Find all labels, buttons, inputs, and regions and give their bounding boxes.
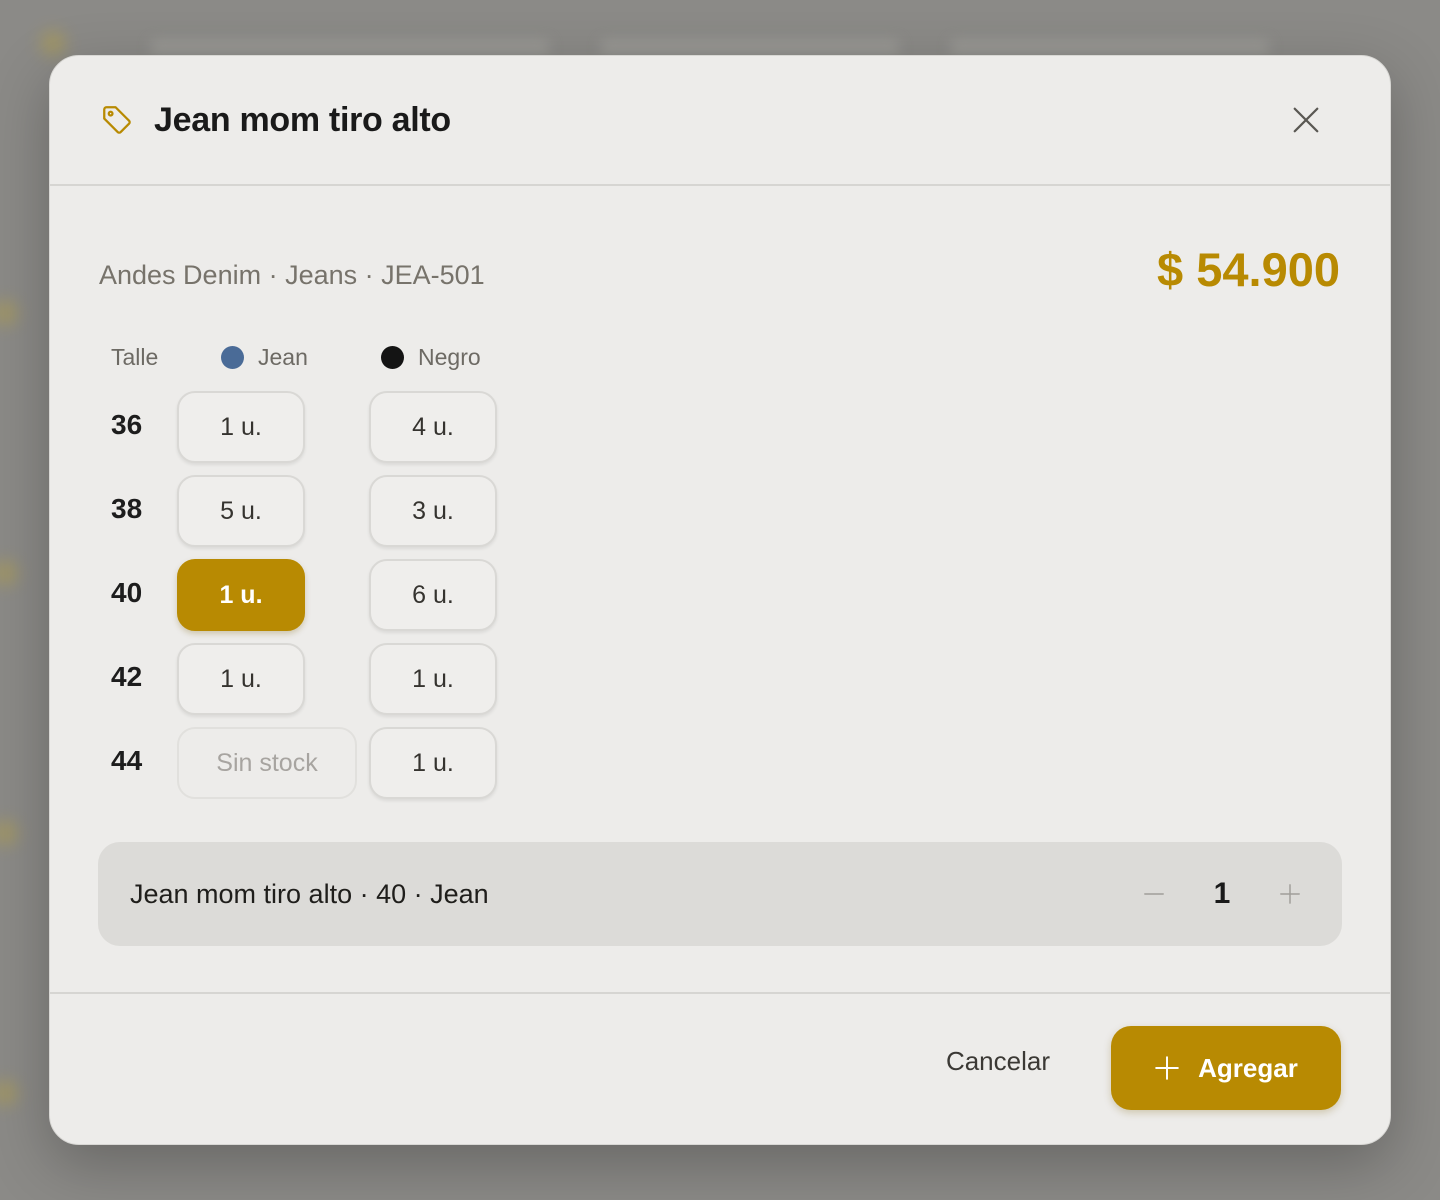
stock-cell-42-negro[interactable]: 1 u. <box>369 643 497 715</box>
dialog-body: Andes Denim · Jeans · JEA-501 $ 54.900 T… <box>50 186 1390 994</box>
product-subtitle: Andes Denim · Jeans · JEA-501 <box>99 260 485 290</box>
size-column-header: Talle <box>111 344 159 370</box>
stock-cell-38-jean[interactable]: 5 u. <box>177 475 305 547</box>
increment-button[interactable] <box>1270 874 1310 914</box>
background-bar <box>600 40 900 54</box>
plus-icon <box>1280 884 1300 904</box>
color-header-negro: Negro <box>381 344 481 371</box>
stock-cell-44-negro[interactable]: 1 u. <box>369 727 497 799</box>
color-swatch <box>381 346 404 369</box>
background-dot <box>0 1080 18 1106</box>
add-button-label: Agregar <box>1198 1052 1298 1083</box>
stock-cell-42-jean[interactable]: 1 u. <box>177 643 305 715</box>
background-dot <box>0 300 18 326</box>
decrement-button[interactable] <box>1134 874 1174 914</box>
stock-cell-36-negro[interactable]: 4 u. <box>369 391 497 463</box>
background-dot <box>0 820 18 846</box>
stock-cell-40-jean-selected[interactable]: 1 u. <box>177 559 305 631</box>
product-price: $ 54.900 <box>1157 243 1340 296</box>
minus-icon <box>1144 893 1164 895</box>
color-swatch <box>221 346 244 369</box>
quantity-value: 1 <box>1213 877 1231 910</box>
stock-cell-44-jean-out-of-stock: Sin stock <box>177 727 357 799</box>
plus-icon <box>1154 1055 1180 1081</box>
size-label: 36 <box>111 409 143 440</box>
background-bar <box>950 40 1270 54</box>
close-icon <box>1293 107 1319 133</box>
close-button[interactable] <box>1288 102 1324 138</box>
dialog-title: Jean mom tiro alto <box>154 100 451 139</box>
selection-summary-text: Jean mom tiro alto · 40 · Jean <box>130 878 489 909</box>
size-label: 40 <box>111 577 143 608</box>
quantity-stepper: 1 <box>1134 874 1310 914</box>
cancel-button[interactable]: Cancelar <box>946 1046 1050 1077</box>
background-dot <box>40 30 66 56</box>
tag-icon <box>100 102 136 138</box>
color-header-jean: Jean <box>221 344 308 371</box>
size-label: 44 <box>111 745 143 776</box>
size-label: 38 <box>111 493 143 524</box>
product-variant-dialog: Jean mom tiro alto Andes Denim · Jeans ·… <box>49 55 1391 1145</box>
size-label: 42 <box>111 661 143 692</box>
stock-cell-36-jean[interactable]: 1 u. <box>177 391 305 463</box>
dialog-footer: Cancelar Agregar <box>50 994 1390 1144</box>
stock-cell-38-negro[interactable]: 3 u. <box>369 475 497 547</box>
dialog-header: Jean mom tiro alto <box>50 56 1390 186</box>
selection-summary: Jean mom tiro alto · 40 · Jean 1 <box>98 842 1342 946</box>
background-bar <box>150 40 550 54</box>
background-dot <box>0 560 18 586</box>
stock-cell-40-negro[interactable]: 6 u. <box>369 559 497 631</box>
add-button[interactable]: Agregar <box>1111 1026 1341 1110</box>
